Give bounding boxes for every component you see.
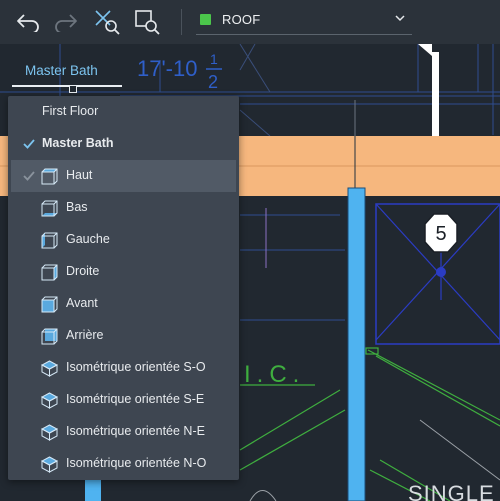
view-menu-item[interactable]: Gauche <box>8 224 239 256</box>
named-view-label: Master Bath <box>25 63 98 78</box>
view-menu-item[interactable]: Avant <box>8 288 239 320</box>
view-menu-item-label: Isométrique orientée N-O <box>66 456 207 470</box>
redo-button[interactable] <box>52 8 80 36</box>
view-cube-bottom-icon <box>41 200 58 217</box>
view-menu-item-label: Arrière <box>66 328 104 342</box>
bottom-label: SINGLE <box>408 481 495 501</box>
dimension-fraction-numerator: 1 <box>210 51 218 67</box>
named-view-grip <box>69 85 77 93</box>
view-menu-item-label: Avant <box>66 296 98 310</box>
view-menu-item[interactable]: Droite <box>8 256 239 288</box>
view-menu-item-label: Isométrique orientée S-O <box>66 360 206 374</box>
redo-icon <box>55 14 77 32</box>
view-cube-back-icon <box>41 328 58 345</box>
view-menu-item[interactable]: First Floor <box>8 96 239 128</box>
view-menu-item[interactable]: Isométrique orientée N-E <box>8 416 239 448</box>
layer-color-swatch <box>200 14 211 25</box>
undo-button[interactable] <box>14 8 42 36</box>
dimension-fraction-denominator: 2 <box>208 72 218 92</box>
view-menu-item-label: Gauche <box>66 232 110 246</box>
dimension-text: 17'-10 <box>137 56 197 81</box>
view-menu-item-label: Bas <box>66 200 88 214</box>
checkmark-icon <box>23 139 35 149</box>
view-menu-item-label: Haut <box>66 168 93 182</box>
iso-nw-icon <box>41 456 58 473</box>
zoom-extents-button[interactable] <box>93 8 121 36</box>
view-cube-top-icon <box>41 168 58 185</box>
view-menu-item[interactable]: Arrière <box>8 320 239 352</box>
iso-se-icon <box>41 392 58 409</box>
view-menu-item[interactable]: Isométrique orientée S-O <box>8 352 239 384</box>
chevron-down-icon <box>395 15 405 22</box>
view-menu-item[interactable]: Master Bath <box>8 128 239 160</box>
iso-ne-icon <box>41 424 58 441</box>
view-menu-item[interactable]: Haut <box>11 160 236 192</box>
view-menu-item[interactable]: Isométrique orientée S-E <box>8 384 239 416</box>
layer-name: ROOF <box>222 12 261 27</box>
view-cube-front-icon <box>41 296 58 313</box>
view-menu-item-label: Isométrique orientée S-E <box>66 392 205 406</box>
iso-sw-icon <box>41 360 58 377</box>
layer-dropdown[interactable]: ROOF <box>196 6 412 35</box>
view-cube-right-icon <box>41 264 58 281</box>
view-menu-item[interactable]: Isométrique orientée N-O <box>8 448 239 480</box>
top-toolbar: ROOF <box>0 0 500 44</box>
undo-icon <box>17 14 39 32</box>
view-cube-left-icon <box>41 232 58 249</box>
view-menu: First Floor Master Bath Haut Bas Gauche Droit… <box>8 96 239 480</box>
named-view-underline <box>12 85 122 87</box>
named-view-tab[interactable]: Master Bath <box>12 58 122 93</box>
zoom-window-button[interactable] <box>133 8 161 36</box>
view-menu-item-label: Master Bath <box>42 136 114 150</box>
zoom-extents-icon <box>95 10 120 35</box>
detail-marker-number: 5 <box>435 223 446 245</box>
zoom-window-icon <box>135 10 160 35</box>
view-menu-item-label: First Floor <box>42 104 99 118</box>
room-label: I.C. <box>244 361 305 388</box>
view-menu-item-label: Isométrique orientée N-E <box>66 424 205 438</box>
toolbar-divider <box>181 9 182 35</box>
checkmark-icon <box>23 171 35 181</box>
view-menu-item[interactable]: Bas <box>8 192 239 224</box>
view-menu-item-label: Droite <box>66 264 100 278</box>
